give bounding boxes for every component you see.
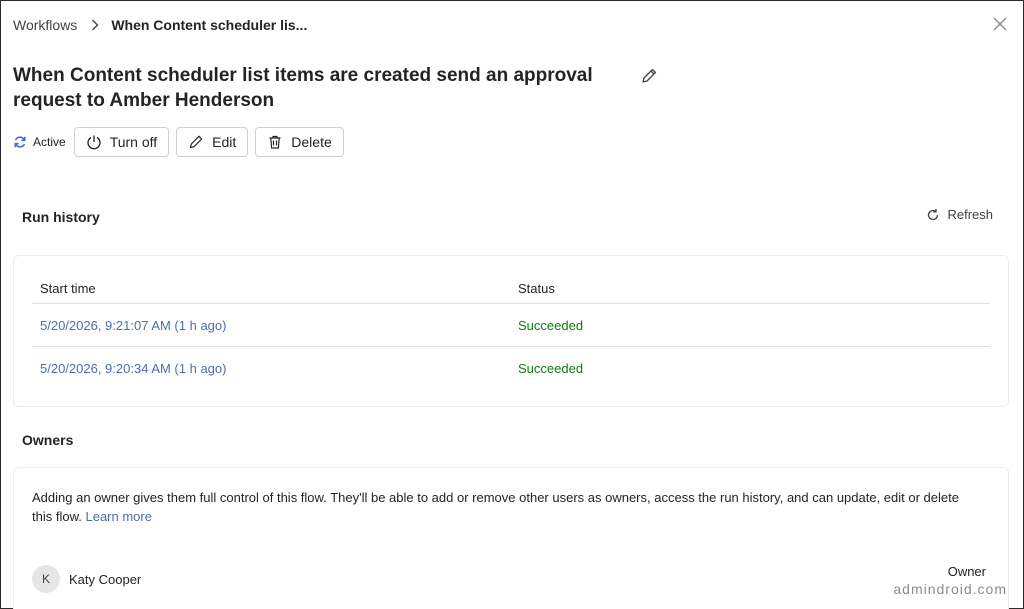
refresh-button[interactable]: Refresh — [926, 207, 993, 222]
workflow-panel: Workflows When Content scheduler lis... … — [0, 0, 1024, 609]
run-start-time-link[interactable]: 5/20/2026, 9:21:07 AM (1 h ago) — [40, 318, 226, 333]
refresh-label: Refresh — [947, 207, 993, 222]
delete-button[interactable]: Delete — [255, 127, 344, 157]
run-status: Succeeded — [518, 317, 584, 333]
pencil-icon[interactable] — [640, 67, 658, 85]
sync-icon — [14, 136, 26, 148]
chevron-right-icon — [91, 19, 99, 31]
breadcrumb-current: When Content scheduler lis... — [111, 17, 308, 33]
owners-description-text: Adding an owner gives them full control … — [32, 490, 959, 524]
turn-off-label: Turn off — [109, 134, 158, 150]
watermark: admindroid.com — [893, 581, 1007, 597]
table-header: Start time Status — [32, 274, 990, 304]
column-header-start-time: Start time — [40, 281, 96, 296]
delete-label: Delete — [291, 134, 332, 150]
refresh-icon — [928, 208, 939, 220]
owners-card: Adding an owner gives them full control … — [13, 467, 1009, 609]
breadcrumb: Workflows When Content scheduler lis... — [13, 15, 307, 35]
list-item: K Katy Cooper Owner — [32, 564, 990, 594]
turn-off-button[interactable]: Turn off — [73, 127, 170, 157]
avatar: K — [32, 565, 60, 593]
pencil-icon — [190, 135, 203, 149]
table-row[interactable]: 5/20/2026, 9:20:34 AM (1 h ago) Succeede… — [32, 347, 990, 390]
power-icon — [87, 135, 101, 150]
edit-label: Edit — [212, 134, 237, 150]
owners-title: Owners — [22, 432, 74, 448]
status-label: Active — [33, 135, 66, 149]
run-history-table: Start time Status 5/20/2026, 9:21:07 AM … — [32, 274, 990, 390]
owners-description: Adding an owner gives them full control … — [32, 488, 972, 526]
run-history-title: Run history — [22, 209, 100, 225]
owner-role: Owner — [947, 564, 986, 579]
column-header-status: Status — [518, 281, 555, 296]
trash-icon — [269, 135, 281, 149]
table-row[interactable]: 5/20/2026, 9:21:07 AM (1 h ago) Succeede… — [32, 304, 990, 347]
action-toolbar: Active Turn off Edit Delete — [13, 127, 351, 157]
run-start-time-link[interactable]: 5/20/2026, 9:20:34 AM (1 h ago) — [40, 361, 226, 376]
close-icon[interactable] — [991, 15, 1009, 33]
edit-button[interactable]: Edit — [176, 127, 249, 157]
run-history-card: Start time Status 5/20/2026, 9:21:07 AM … — [13, 255, 1009, 407]
status-badge: Active — [13, 135, 66, 149]
page-title: When Content scheduler list items are cr… — [13, 65, 593, 111]
breadcrumb-workflows[interactable]: Workflows — [13, 17, 77, 33]
learn-more-link[interactable]: Learn more — [85, 509, 151, 524]
run-status: Succeeded — [518, 361, 584, 376]
owner-name: Katy Cooper — [69, 571, 142, 587]
